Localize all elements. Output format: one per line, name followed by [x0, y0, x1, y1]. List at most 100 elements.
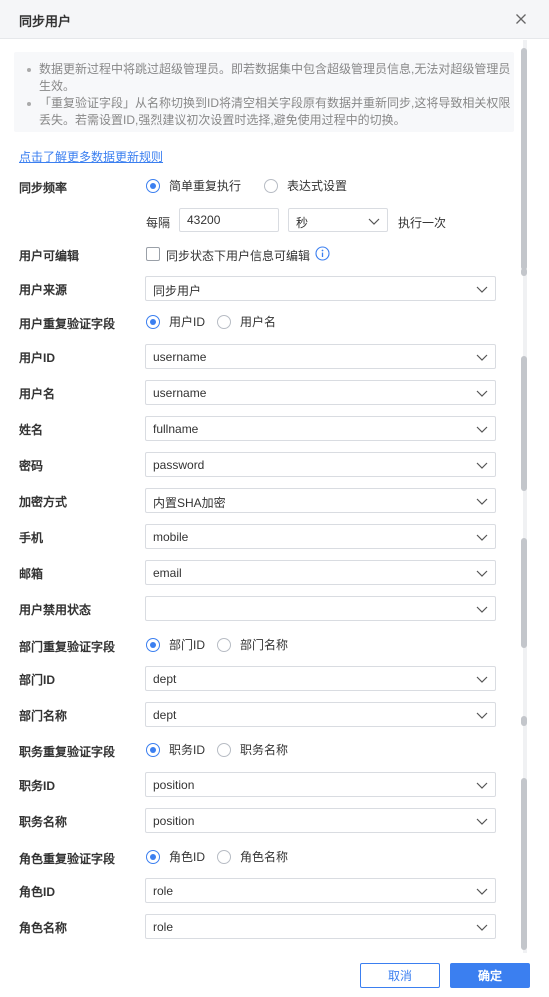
- radio-role-id[interactable]: 角色ID: [146, 848, 205, 865]
- scrollbar-thumb[interactable]: [521, 48, 527, 270]
- radio-label: 角色ID: [169, 850, 206, 864]
- field-select[interactable]: [145, 596, 496, 621]
- user-editable-checkbox[interactable]: [146, 247, 160, 261]
- radio-dot: [264, 178, 278, 193]
- scrollbar-thumb[interactable]: [521, 778, 527, 950]
- select-value: username: [153, 350, 207, 364]
- dialog-footer: 取消 确定: [0, 953, 549, 997]
- radio-dot: [146, 637, 160, 652]
- field-select[interactable]: position: [145, 772, 496, 797]
- chevron-down-icon: [476, 782, 488, 789]
- dept-dup-field-row: 部门重复验证字段 部门ID 部门名称: [0, 633, 520, 659]
- mapping-row-user-id: 用户ID username: [0, 344, 520, 370]
- position-dup-field-row: 职务重复验证字段 职务ID 职务名称: [0, 738, 520, 764]
- select-value: position: [153, 814, 195, 828]
- scrollbar-thumb[interactable]: [521, 538, 527, 648]
- chevron-down-icon: [368, 218, 380, 225]
- notice-box: 数据更新过程中将跳过超级管理员。即若数据集中包含超级管理员信息,无法对超级管理员…: [14, 52, 514, 132]
- learn-more-link[interactable]: 点击了解更多数据更新规则: [19, 148, 163, 165]
- radio-dot: [217, 849, 231, 864]
- radio-label: 表达式设置: [287, 179, 348, 193]
- field-label: 部门ID: [19, 673, 56, 687]
- scrollbar-thumb[interactable]: [521, 356, 527, 491]
- close-icon[interactable]: [513, 11, 529, 27]
- mapping-row-user-name: 用户名 username: [0, 380, 520, 406]
- select-value: role: [153, 920, 174, 934]
- select-value: dept: [153, 672, 177, 686]
- unit-value: 秒: [296, 216, 309, 230]
- user-dup-field-label: 用户重复验证字段: [19, 317, 116, 331]
- radio-dept-name[interactable]: 部门名称: [217, 636, 288, 653]
- radio-label: 职务名称: [240, 743, 289, 757]
- field-select[interactable]: position: [145, 808, 496, 833]
- radio-position-name[interactable]: 职务名称: [217, 741, 288, 758]
- user-source-label: 用户来源: [19, 283, 68, 297]
- mapping-row-dept-name: 部门名称 dept: [0, 702, 520, 728]
- field-select[interactable]: role: [145, 878, 496, 903]
- field-select[interactable]: role: [145, 914, 496, 939]
- vertical-scrollbar[interactable]: [521, 40, 529, 953]
- chevron-down-icon: [476, 286, 488, 293]
- select-value: username: [153, 386, 207, 400]
- field-label: 职务名称: [19, 815, 68, 829]
- interval-unit-select[interactable]: 秒: [288, 208, 388, 232]
- radio-simple-repeat[interactable]: 简单重复执行: [146, 177, 241, 194]
- field-label: 用户ID: [19, 351, 56, 365]
- field-label: 职务ID: [19, 779, 56, 793]
- radio-expression[interactable]: 表达式设置: [264, 177, 347, 194]
- field-label: 姓名: [19, 423, 44, 437]
- radio-label: 部门名称: [240, 638, 289, 652]
- select-value: position: [153, 778, 195, 792]
- radio-user-name[interactable]: 用户名: [217, 313, 276, 330]
- field-select[interactable]: username: [145, 380, 496, 405]
- chevron-down-icon: [476, 354, 488, 361]
- field-label: 部门名称: [19, 709, 68, 723]
- radio-dot: [217, 637, 231, 652]
- field-select[interactable]: fullname: [145, 416, 496, 441]
- field-select[interactable]: dept: [145, 702, 496, 727]
- user-editable-row: 用户可编辑 同步状态下用户信息可编辑: [0, 242, 520, 268]
- chevron-down-icon: [476, 924, 488, 931]
- scrollbar-thumb[interactable]: [521, 268, 527, 276]
- user-dup-field-row: 用户重复验证字段 用户ID 用户名: [0, 310, 520, 336]
- field-select[interactable]: username: [145, 344, 496, 369]
- chevron-down-icon: [476, 426, 488, 433]
- user-source-select[interactable]: 同步用户: [145, 276, 496, 301]
- field-label: 用户禁用状态: [19, 603, 92, 617]
- cancel-button[interactable]: 取消: [360, 963, 440, 988]
- field-select[interactable]: 内置SHA加密: [145, 488, 496, 513]
- user-source-row: 用户来源 同步用户: [0, 276, 520, 302]
- interval-input[interactable]: [179, 208, 279, 232]
- sync-frequency-label: 同步频率: [19, 181, 68, 195]
- radio-dot: [146, 314, 160, 329]
- sync-frequency-row: 同步频率 简单重复执行 表达式设置: [0, 174, 520, 200]
- mapping-row-position-name: 职务名称 position: [0, 808, 520, 834]
- field-label: 加密方式: [19, 495, 68, 509]
- mapping-row-mobile: 手机 mobile: [0, 524, 520, 550]
- radio-role-name[interactable]: 角色名称: [217, 848, 288, 865]
- notice-item: 「重复验证字段」从名称切换到ID将清空相关字段原有数据并重新同步,这将导致相关权…: [26, 95, 514, 129]
- mapping-row-password: 密码 password: [0, 452, 520, 478]
- radio-user-id[interactable]: 用户ID: [146, 313, 205, 330]
- radio-dot: [217, 742, 231, 757]
- radio-dept-id[interactable]: 部门ID: [146, 636, 205, 653]
- radio-position-id[interactable]: 职务ID: [146, 741, 205, 758]
- radio-dot: [146, 178, 160, 193]
- mapping-row-dept-id: 部门ID dept: [0, 666, 520, 692]
- field-label: 邮箱: [19, 567, 44, 581]
- field-select[interactable]: password: [145, 452, 496, 477]
- dialog-title: 同步用户: [19, 14, 72, 29]
- field-label: 用户名: [19, 387, 56, 401]
- field-select[interactable]: dept: [145, 666, 496, 691]
- field-select[interactable]: email: [145, 560, 496, 585]
- chevron-down-icon: [476, 390, 488, 397]
- info-icon[interactable]: [315, 246, 330, 261]
- field-label: 密码: [19, 459, 44, 473]
- role-dup-field-label: 角色重复验证字段: [19, 852, 116, 866]
- field-select[interactable]: mobile: [145, 524, 496, 549]
- radio-label: 职务ID: [169, 743, 206, 757]
- chevron-down-icon: [476, 498, 488, 505]
- confirm-button[interactable]: 确定: [450, 963, 530, 988]
- scrollbar-thumb[interactable]: [521, 716, 527, 726]
- chevron-down-icon: [476, 712, 488, 719]
